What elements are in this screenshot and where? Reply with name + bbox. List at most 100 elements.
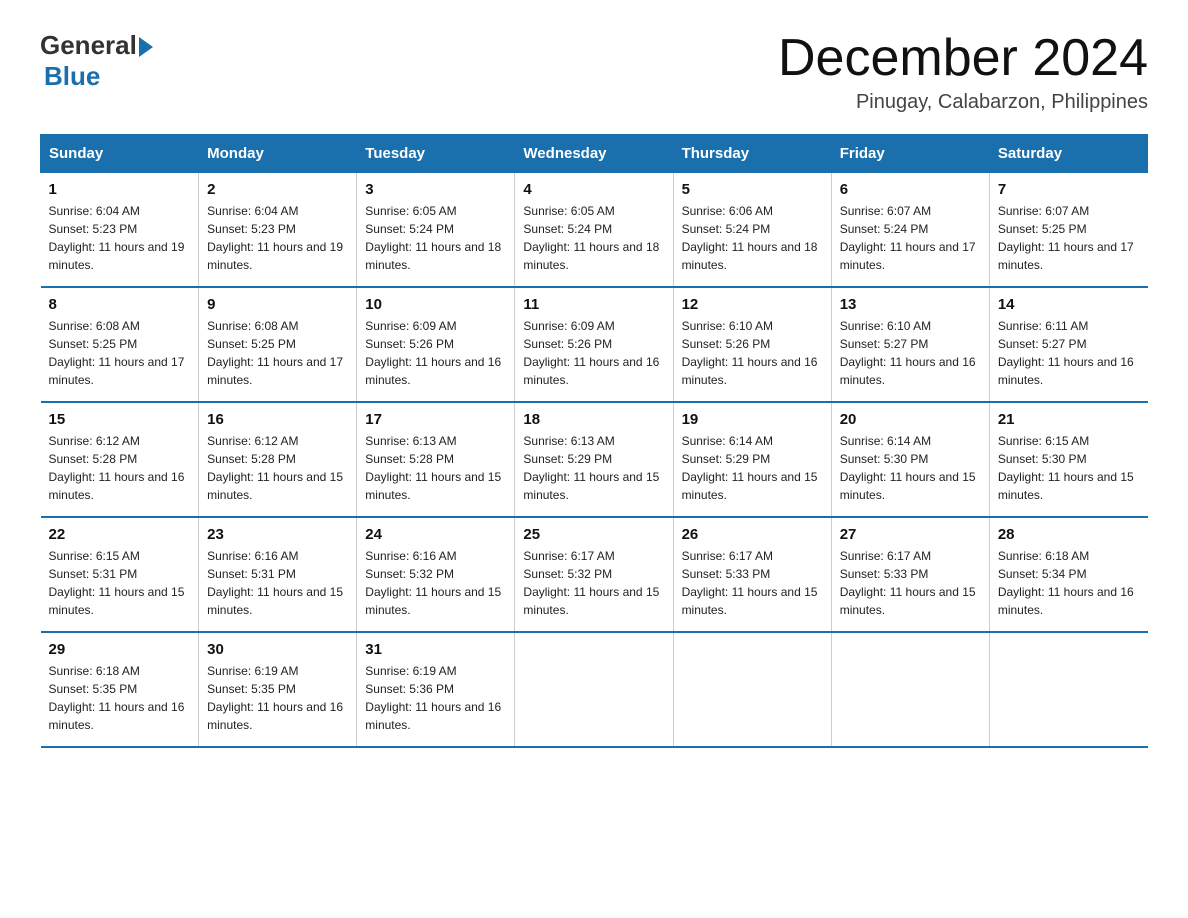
- day-number: 14: [998, 296, 1140, 313]
- day-info: Sunrise: 6:15 AMSunset: 5:31 PMDaylight:…: [49, 547, 191, 619]
- calendar-cell: 3 Sunrise: 6:05 AMSunset: 5:24 PMDayligh…: [357, 173, 515, 288]
- day-info: Sunrise: 6:17 AMSunset: 5:32 PMDaylight:…: [523, 547, 664, 619]
- day-info: Sunrise: 6:17 AMSunset: 5:33 PMDaylight:…: [840, 547, 981, 619]
- calendar-cell: 4 Sunrise: 6:05 AMSunset: 5:24 PMDayligh…: [515, 173, 673, 288]
- day-number: 21: [998, 411, 1140, 428]
- day-number: 2: [207, 181, 348, 198]
- day-number: 20: [840, 411, 981, 428]
- calendar-title: December 2024: [778, 30, 1148, 87]
- day-info: Sunrise: 6:19 AMSunset: 5:35 PMDaylight:…: [207, 662, 348, 734]
- day-info: Sunrise: 6:16 AMSunset: 5:32 PMDaylight:…: [365, 547, 506, 619]
- day-number: 28: [998, 526, 1140, 543]
- day-info: Sunrise: 6:10 AMSunset: 5:27 PMDaylight:…: [840, 317, 981, 389]
- day-info: Sunrise: 6:07 AMSunset: 5:24 PMDaylight:…: [840, 202, 981, 274]
- column-header-saturday: Saturday: [989, 135, 1147, 173]
- calendar-cell: 1 Sunrise: 6:04 AMSunset: 5:23 PMDayligh…: [41, 173, 199, 288]
- calendar-week-row: 15 Sunrise: 6:12 AMSunset: 5:28 PMDaylig…: [41, 402, 1148, 517]
- day-number: 9: [207, 296, 348, 313]
- day-info: Sunrise: 6:14 AMSunset: 5:29 PMDaylight:…: [682, 432, 823, 504]
- calendar-cell: 10 Sunrise: 6:09 AMSunset: 5:26 PMDaylig…: [357, 287, 515, 402]
- day-info: Sunrise: 6:13 AMSunset: 5:28 PMDaylight:…: [365, 432, 506, 504]
- logo-arrow-icon: [139, 37, 153, 57]
- day-number: 11: [523, 296, 664, 313]
- calendar-week-row: 29 Sunrise: 6:18 AMSunset: 5:35 PMDaylig…: [41, 632, 1148, 747]
- column-header-friday: Friday: [831, 135, 989, 173]
- calendar-cell: 2 Sunrise: 6:04 AMSunset: 5:23 PMDayligh…: [199, 173, 357, 288]
- title-section: December 2024 Pinugay, Calabarzon, Phili…: [778, 30, 1148, 114]
- calendar-cell: 30 Sunrise: 6:19 AMSunset: 5:35 PMDaylig…: [199, 632, 357, 747]
- calendar-cell: 23 Sunrise: 6:16 AMSunset: 5:31 PMDaylig…: [199, 517, 357, 632]
- day-info: Sunrise: 6:06 AMSunset: 5:24 PMDaylight:…: [682, 202, 823, 274]
- day-info: Sunrise: 6:14 AMSunset: 5:30 PMDaylight:…: [840, 432, 981, 504]
- day-number: 12: [682, 296, 823, 313]
- day-number: 6: [840, 181, 981, 198]
- day-number: 30: [207, 641, 348, 658]
- calendar-cell: 16 Sunrise: 6:12 AMSunset: 5:28 PMDaylig…: [199, 402, 357, 517]
- day-number: 25: [523, 526, 664, 543]
- calendar-cell: 22 Sunrise: 6:15 AMSunset: 5:31 PMDaylig…: [41, 517, 199, 632]
- calendar-cell: 18 Sunrise: 6:13 AMSunset: 5:29 PMDaylig…: [515, 402, 673, 517]
- day-info: Sunrise: 6:12 AMSunset: 5:28 PMDaylight:…: [207, 432, 348, 504]
- column-header-sunday: Sunday: [41, 135, 199, 173]
- day-number: 16: [207, 411, 348, 428]
- calendar-cell: 14 Sunrise: 6:11 AMSunset: 5:27 PMDaylig…: [989, 287, 1147, 402]
- day-info: Sunrise: 6:19 AMSunset: 5:36 PMDaylight:…: [365, 662, 506, 734]
- calendar-cell: 19 Sunrise: 6:14 AMSunset: 5:29 PMDaylig…: [673, 402, 831, 517]
- day-info: Sunrise: 6:05 AMSunset: 5:24 PMDaylight:…: [523, 202, 664, 274]
- day-info: Sunrise: 6:18 AMSunset: 5:35 PMDaylight:…: [49, 662, 191, 734]
- day-number: 27: [840, 526, 981, 543]
- calendar-cell: [989, 632, 1147, 747]
- logo-blue-text: Blue: [44, 61, 100, 92]
- day-number: 24: [365, 526, 506, 543]
- day-info: Sunrise: 6:18 AMSunset: 5:34 PMDaylight:…: [998, 547, 1140, 619]
- calendar-cell: 15 Sunrise: 6:12 AMSunset: 5:28 PMDaylig…: [41, 402, 199, 517]
- calendar-cell: 12 Sunrise: 6:10 AMSunset: 5:26 PMDaylig…: [673, 287, 831, 402]
- calendar-cell: 11 Sunrise: 6:09 AMSunset: 5:26 PMDaylig…: [515, 287, 673, 402]
- calendar-cell: 24 Sunrise: 6:16 AMSunset: 5:32 PMDaylig…: [357, 517, 515, 632]
- column-header-wednesday: Wednesday: [515, 135, 673, 173]
- day-number: 3: [365, 181, 506, 198]
- column-header-thursday: Thursday: [673, 135, 831, 173]
- day-info: Sunrise: 6:13 AMSunset: 5:29 PMDaylight:…: [523, 432, 664, 504]
- day-number: 31: [365, 641, 506, 658]
- day-number: 1: [49, 181, 191, 198]
- logo-general-text: General: [40, 30, 137, 61]
- day-number: 29: [49, 641, 191, 658]
- day-info: Sunrise: 6:10 AMSunset: 5:26 PMDaylight:…: [682, 317, 823, 389]
- day-info: Sunrise: 6:04 AMSunset: 5:23 PMDaylight:…: [49, 202, 191, 274]
- day-number: 10: [365, 296, 506, 313]
- day-info: Sunrise: 6:08 AMSunset: 5:25 PMDaylight:…: [207, 317, 348, 389]
- calendar-cell: 20 Sunrise: 6:14 AMSunset: 5:30 PMDaylig…: [831, 402, 989, 517]
- calendar-cell: [515, 632, 673, 747]
- day-info: Sunrise: 6:05 AMSunset: 5:24 PMDaylight:…: [365, 202, 506, 274]
- day-number: 22: [49, 526, 191, 543]
- calendar-week-row: 8 Sunrise: 6:08 AMSunset: 5:25 PMDayligh…: [41, 287, 1148, 402]
- logo: General Blue: [40, 30, 153, 92]
- column-header-monday: Monday: [199, 135, 357, 173]
- day-info: Sunrise: 6:16 AMSunset: 5:31 PMDaylight:…: [207, 547, 348, 619]
- day-info: Sunrise: 6:08 AMSunset: 5:25 PMDaylight:…: [49, 317, 191, 389]
- day-number: 15: [49, 411, 191, 428]
- calendar-cell: 25 Sunrise: 6:17 AMSunset: 5:32 PMDaylig…: [515, 517, 673, 632]
- day-info: Sunrise: 6:11 AMSunset: 5:27 PMDaylight:…: [998, 317, 1140, 389]
- calendar-cell: 26 Sunrise: 6:17 AMSunset: 5:33 PMDaylig…: [673, 517, 831, 632]
- calendar-cell: 7 Sunrise: 6:07 AMSunset: 5:25 PMDayligh…: [989, 173, 1147, 288]
- calendar-cell: 21 Sunrise: 6:15 AMSunset: 5:30 PMDaylig…: [989, 402, 1147, 517]
- calendar-cell: [831, 632, 989, 747]
- calendar-week-row: 22 Sunrise: 6:15 AMSunset: 5:31 PMDaylig…: [41, 517, 1148, 632]
- day-info: Sunrise: 6:15 AMSunset: 5:30 PMDaylight:…: [998, 432, 1140, 504]
- calendar-table: SundayMondayTuesdayWednesdayThursdayFrid…: [40, 134, 1148, 748]
- day-info: Sunrise: 6:04 AMSunset: 5:23 PMDaylight:…: [207, 202, 348, 274]
- calendar-cell: 31 Sunrise: 6:19 AMSunset: 5:36 PMDaylig…: [357, 632, 515, 747]
- calendar-cell: 27 Sunrise: 6:17 AMSunset: 5:33 PMDaylig…: [831, 517, 989, 632]
- calendar-cell: 28 Sunrise: 6:18 AMSunset: 5:34 PMDaylig…: [989, 517, 1147, 632]
- day-number: 23: [207, 526, 348, 543]
- day-number: 5: [682, 181, 823, 198]
- calendar-cell: 9 Sunrise: 6:08 AMSunset: 5:25 PMDayligh…: [199, 287, 357, 402]
- calendar-cell: 5 Sunrise: 6:06 AMSunset: 5:24 PMDayligh…: [673, 173, 831, 288]
- day-info: Sunrise: 6:17 AMSunset: 5:33 PMDaylight:…: [682, 547, 823, 619]
- calendar-week-row: 1 Sunrise: 6:04 AMSunset: 5:23 PMDayligh…: [41, 173, 1148, 288]
- day-info: Sunrise: 6:12 AMSunset: 5:28 PMDaylight:…: [49, 432, 191, 504]
- calendar-subtitle: Pinugay, Calabarzon, Philippines: [778, 91, 1148, 114]
- calendar-cell: 13 Sunrise: 6:10 AMSunset: 5:27 PMDaylig…: [831, 287, 989, 402]
